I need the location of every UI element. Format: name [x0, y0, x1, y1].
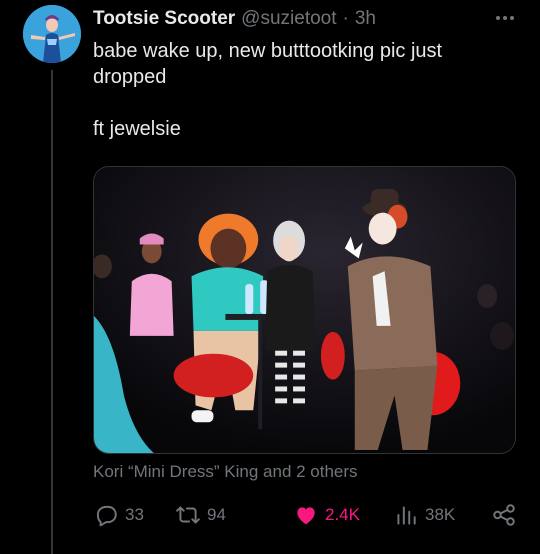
views-button[interactable]: 38K	[393, 500, 455, 530]
like-button[interactable]: 2.4K	[293, 500, 360, 530]
tweet-text-line-2: dropped	[93, 66, 167, 88]
tweet-text: babe wake up, new butttootking pic just …	[93, 38, 523, 142]
avatar-image	[23, 5, 81, 63]
like-count: 2.4K	[325, 505, 360, 524]
repost-icon	[176, 506, 200, 524]
reply-button[interactable]: 33	[93, 500, 144, 530]
more-button[interactable]	[490, 8, 520, 28]
timestamp[interactable]: 3h	[355, 8, 376, 30]
heart-icon	[297, 507, 315, 525]
display-name[interactable]: Tootsie Scooter	[93, 8, 235, 30]
reply-count: 33	[125, 505, 144, 524]
user-handle[interactable]: @suzietoot	[241, 8, 336, 30]
photo-image	[94, 167, 515, 453]
tweet-text-line-1: babe wake up, new butttootking pic just	[93, 40, 443, 62]
separator-dot: ·	[342, 8, 349, 29]
avatar[interactable]	[23, 5, 81, 63]
views-count: 38K	[425, 505, 456, 524]
tweet-header: Tootsie Scooter @suzietoot · 3h	[93, 6, 376, 32]
tweet-photo[interactable]	[93, 166, 516, 454]
thread-line	[51, 70, 53, 554]
tweet-actions: 33 94 2.4K 38K	[93, 500, 523, 530]
repost-count: 94	[207, 505, 226, 524]
share-button[interactable]	[491, 500, 517, 530]
share-icon	[493, 504, 515, 526]
repost-button[interactable]: 94	[175, 500, 226, 530]
tweet-text-line-3: ft jewelsie	[93, 118, 181, 140]
reply-icon	[96, 505, 117, 527]
tagged-users[interactable]: Kori “Mini Dress” King and 2 others	[93, 462, 358, 482]
more-horizontal-icon	[496, 16, 514, 20]
views-icon	[397, 506, 416, 525]
